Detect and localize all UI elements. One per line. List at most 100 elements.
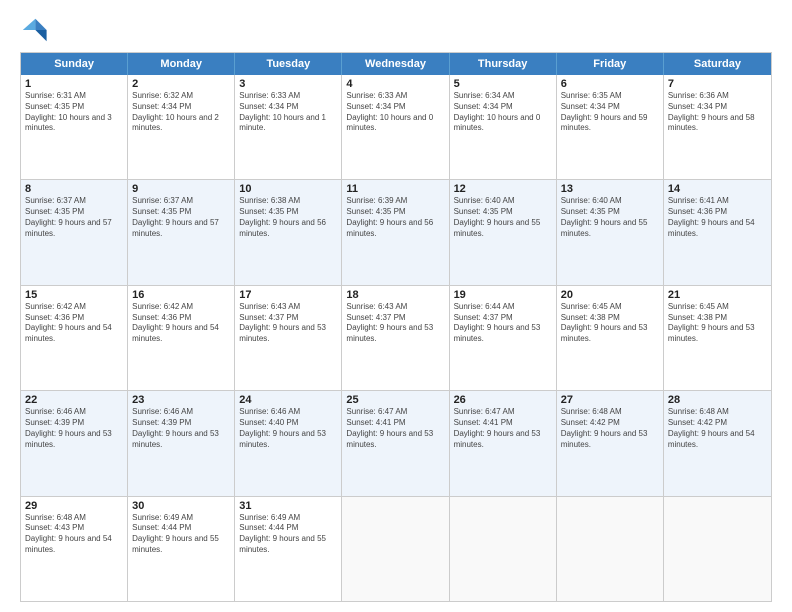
day-number: 4 <box>346 78 444 90</box>
day-cell: 29Sunrise: 6:48 AMSunset: 4:43 PMDayligh… <box>21 497 128 601</box>
day-number: 13 <box>561 183 659 195</box>
day-info: Sunrise: 6:40 AMSunset: 4:35 PMDaylight:… <box>454 196 552 239</box>
header <box>20 16 772 44</box>
day-number: 16 <box>132 289 230 301</box>
day-number: 27 <box>561 394 659 406</box>
day-cell: 27Sunrise: 6:48 AMSunset: 4:42 PMDayligh… <box>557 391 664 495</box>
day-cell: 16Sunrise: 6:42 AMSunset: 4:36 PMDayligh… <box>128 286 235 390</box>
day-number: 21 <box>668 289 767 301</box>
calendar-row: 22 Sunrise: 6:46 AMSunset: 4:39 PMDayligh… <box>21 390 771 495</box>
day-cell: 14Sunrise: 6:41 AMSunset: 4:36 PMDayligh… <box>664 180 771 284</box>
day-info: Sunrise: 6:39 AMSunset: 4:35 PMDaylight:… <box>346 196 444 239</box>
day-cell: 24Sunrise: 6:46 AMSunset: 4:40 PMDayligh… <box>235 391 342 495</box>
day-number: 6 <box>561 78 659 90</box>
calendar: SundayMondayTuesdayWednesdayThursdayFrid… <box>20 52 772 602</box>
day-cell: 21Sunrise: 6:45 AMSunset: 4:38 PMDayligh… <box>664 286 771 390</box>
day-number: 12 <box>454 183 552 195</box>
day-number: 1 <box>25 78 123 90</box>
day-number: 7 <box>668 78 767 90</box>
header-cell-sunday: Sunday <box>21 53 128 75</box>
day-info: Sunrise: 6:47 AMSunset: 4:41 PMDaylight:… <box>346 407 444 450</box>
day-number: 10 <box>239 183 337 195</box>
day-cell: 3Sunrise: 6:33 AMSunset: 4:34 PMDaylight… <box>235 75 342 179</box>
header-cell-friday: Friday <box>557 53 664 75</box>
day-number: 19 <box>454 289 552 301</box>
day-number: 22 <box>25 394 123 406</box>
day-info: Sunrise: 6:36 AMSunset: 4:34 PMDaylight:… <box>668 91 767 134</box>
header-cell-wednesday: Wednesday <box>342 53 449 75</box>
day-number: 24 <box>239 394 337 406</box>
day-number: 15 <box>25 289 123 301</box>
day-number: 20 <box>561 289 659 301</box>
day-number: 17 <box>239 289 337 301</box>
calendar-body: 1Sunrise: 6:31 AMSunset: 4:35 PMDaylight… <box>21 75 771 601</box>
day-cell: 19Sunrise: 6:44 AMSunset: 4:37 PMDayligh… <box>450 286 557 390</box>
day-cell: 6Sunrise: 6:35 AMSunset: 4:34 PMDaylight… <box>557 75 664 179</box>
day-number: 29 <box>25 500 123 512</box>
day-info: Sunrise: 6:34 AMSunset: 4:34 PMDaylight:… <box>454 91 552 134</box>
empty-cell <box>557 497 664 601</box>
day-number: 31 <box>239 500 337 512</box>
day-info: Sunrise: 6:45 AMSunset: 4:38 PMDaylight:… <box>561 302 659 345</box>
day-info: Sunrise: 6:48 AMSunset: 4:42 PMDaylight:… <box>668 407 767 450</box>
day-cell: 7Sunrise: 6:36 AMSunset: 4:34 PMDaylight… <box>664 75 771 179</box>
day-cell: 11Sunrise: 6:39 AMSunset: 4:35 PMDayligh… <box>342 180 449 284</box>
day-number: 2 <box>132 78 230 90</box>
logo-icon <box>20 16 48 44</box>
day-info: Sunrise: 6:35 AMSunset: 4:34 PMDaylight:… <box>561 91 659 134</box>
day-cell: 5Sunrise: 6:34 AMSunset: 4:34 PMDaylight… <box>450 75 557 179</box>
header-cell-tuesday: Tuesday <box>235 53 342 75</box>
day-cell: 25Sunrise: 6:47 AMSunset: 4:41 PMDayligh… <box>342 391 449 495</box>
day-info: Sunrise: 6:37 AMSunset: 4:35 PMDaylight:… <box>25 196 123 239</box>
day-cell: 13Sunrise: 6:40 AMSunset: 4:35 PMDayligh… <box>557 180 664 284</box>
day-info: Sunrise: 6:48 AMSunset: 4:43 PMDaylight:… <box>25 513 123 556</box>
day-info: Sunrise: 6:46 AMSunset: 4:40 PMDaylight:… <box>239 407 337 450</box>
day-info: Sunrise: 6:48 AMSunset: 4:42 PMDaylight:… <box>561 407 659 450</box>
day-number: 14 <box>668 183 767 195</box>
day-number: 8 <box>25 183 123 195</box>
day-number: 11 <box>346 183 444 195</box>
day-number: 5 <box>454 78 552 90</box>
day-cell: 10Sunrise: 6:38 AMSunset: 4:35 PMDayligh… <box>235 180 342 284</box>
day-info: Sunrise: 6:43 AMSunset: 4:37 PMDaylight:… <box>346 302 444 345</box>
day-number: 25 <box>346 394 444 406</box>
day-info: Sunrise: 6:49 AMSunset: 4:44 PMDaylight:… <box>239 513 337 556</box>
calendar-row: 15Sunrise: 6:42 AMSunset: 4:36 PMDayligh… <box>21 285 771 390</box>
day-cell: 17Sunrise: 6:43 AMSunset: 4:37 PMDayligh… <box>235 286 342 390</box>
day-cell: 20Sunrise: 6:45 AMSunset: 4:38 PMDayligh… <box>557 286 664 390</box>
day-cell: 28Sunrise: 6:48 AMSunset: 4:42 PMDayligh… <box>664 391 771 495</box>
day-cell: 12Sunrise: 6:40 AMSunset: 4:35 PMDayligh… <box>450 180 557 284</box>
day-info: Sunrise: 6:41 AMSunset: 4:36 PMDaylight:… <box>668 196 767 239</box>
day-info: Sunrise: 6:46 AMSunset: 4:39 PMDaylight:… <box>132 407 230 450</box>
day-cell: 23Sunrise: 6:46 AMSunset: 4:39 PMDayligh… <box>128 391 235 495</box>
day-cell: 31Sunrise: 6:49 AMSunset: 4:44 PMDayligh… <box>235 497 342 601</box>
page: SundayMondayTuesdayWednesdayThursdayFrid… <box>0 0 792 612</box>
day-info: Sunrise: 6:33 AMSunset: 4:34 PMDaylight:… <box>346 91 444 134</box>
day-info: Sunrise: 6:31 AMSunset: 4:35 PMDaylight:… <box>25 91 123 134</box>
calendar-row: 8Sunrise: 6:37 AMSunset: 4:35 PMDaylight… <box>21 179 771 284</box>
day-info: Sunrise: 6:42 AMSunset: 4:36 PMDaylight:… <box>132 302 230 345</box>
header-cell-monday: Monday <box>128 53 235 75</box>
logo <box>20 16 52 44</box>
day-number: 9 <box>132 183 230 195</box>
day-info: Sunrise: 6:43 AMSunset: 4:37 PMDaylight:… <box>239 302 337 345</box>
day-cell: 15Sunrise: 6:42 AMSunset: 4:36 PMDayligh… <box>21 286 128 390</box>
day-number: 26 <box>454 394 552 406</box>
day-cell: 4Sunrise: 6:33 AMSunset: 4:34 PMDaylight… <box>342 75 449 179</box>
calendar-row: 1Sunrise: 6:31 AMSunset: 4:35 PMDaylight… <box>21 75 771 179</box>
day-info: Sunrise: 6:42 AMSunset: 4:36 PMDaylight:… <box>25 302 123 345</box>
day-info: Sunrise: 6:45 AMSunset: 4:38 PMDaylight:… <box>668 302 767 345</box>
day-info: Sunrise: 6:49 AMSunset: 4:44 PMDaylight:… <box>132 513 230 556</box>
day-cell: 22Sunrise: 6:46 AMSunset: 4:39 PMDayligh… <box>21 391 128 495</box>
calendar-row: 29Sunrise: 6:48 AMSunset: 4:43 PMDayligh… <box>21 496 771 601</box>
calendar-header: SundayMondayTuesdayWednesdayThursdayFrid… <box>21 53 771 75</box>
day-info: Sunrise: 6:44 AMSunset: 4:37 PMDaylight:… <box>454 302 552 345</box>
day-cell: 26Sunrise: 6:47 AMSunset: 4:41 PMDayligh… <box>450 391 557 495</box>
header-cell-saturday: Saturday <box>664 53 771 75</box>
day-number: 3 <box>239 78 337 90</box>
day-info: Sunrise: 6:40 AMSunset: 4:35 PMDaylight:… <box>561 196 659 239</box>
day-number: 30 <box>132 500 230 512</box>
day-cell: 1Sunrise: 6:31 AMSunset: 4:35 PMDaylight… <box>21 75 128 179</box>
day-cell: 8Sunrise: 6:37 AMSunset: 4:35 PMDaylight… <box>21 180 128 284</box>
day-info: Sunrise: 6:33 AMSunset: 4:34 PMDaylight:… <box>239 91 337 134</box>
